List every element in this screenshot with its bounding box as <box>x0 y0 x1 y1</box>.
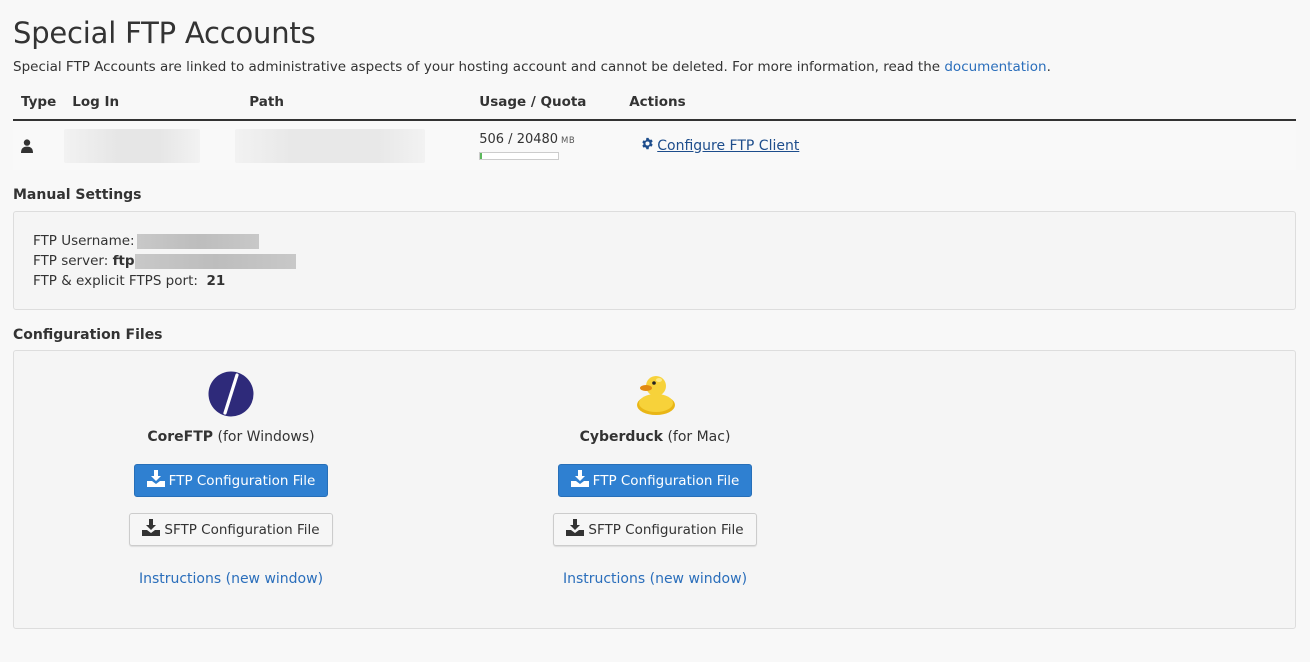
configure-ftp-client-label: Configure FTP Client <box>657 137 800 154</box>
ftp-port-value: 21 <box>206 273 226 289</box>
ftp-server-value: ftp <box>112 253 135 269</box>
download-icon <box>570 470 589 491</box>
login-cell <box>64 120 242 170</box>
download-icon <box>146 470 165 491</box>
page: Special FTP Accounts Special FTP Account… <box>0 0 1310 629</box>
configuration-files-panel: CoreFTP (for Windows) FTP Configuration … <box>13 350 1296 629</box>
coreftp-client: CoreFTP (for Windows) FTP Configuration … <box>81 351 381 587</box>
header-login[interactable]: Log In <box>64 86 242 121</box>
coreftp-instructions-link[interactable]: Instructions (new window) <box>81 571 381 587</box>
coreftp-logo-icon <box>81 371 381 417</box>
redacted-path <box>235 128 426 163</box>
table-row: 506 / 20480 MB Configure FTP Client <box>13 120 1296 170</box>
ftp-username-line: FTP Username: <box>33 231 1276 251</box>
cyberduck-name: Cyberduck (for Mac) <box>579 429 731 445</box>
configuration-files-title: Configuration Files <box>13 327 163 343</box>
usage-cell: 506 / 20480 MB <box>471 120 622 170</box>
header-usage[interactable]: Usage / Quota <box>471 86 622 121</box>
ftp-server-line: FTP server: ftp <box>33 251 1276 271</box>
redacted-server <box>134 253 296 269</box>
configure-ftp-client-link[interactable]: Configure FTP Client <box>641 137 799 154</box>
actions-cell: Configure FTP Client <box>621 120 1296 170</box>
cyberduck-instructions-link[interactable]: Instructions (new window) <box>505 571 805 587</box>
download-icon <box>142 519 161 540</box>
cyberduck-logo-icon <box>505 371 805 417</box>
coreftp-name: CoreFTP (for Windows) <box>147 429 315 445</box>
manual-settings-title: Manual Settings <box>13 187 142 203</box>
usage-value: 506 / 20480 <box>479 131 559 147</box>
accounts-table: Type Log In Path Usage / Quota Actions 5… <box>13 86 1296 170</box>
header-type[interactable]: Type <box>13 86 65 121</box>
cyberduck-client: Cyberduck (for Mac) FTP Configuration Fi… <box>505 351 805 587</box>
redacted-username <box>136 233 259 249</box>
header-actions: Actions <box>621 86 1296 121</box>
download-icon <box>566 519 585 540</box>
cyberduck-sftp-config-button[interactable]: SFTP Configuration File <box>553 513 757 546</box>
header-path[interactable]: Path <box>241 86 472 121</box>
path-cell <box>235 120 472 170</box>
usage-progress-fill <box>480 152 483 159</box>
coreftp-ftp-config-button[interactable]: FTP Configuration File <box>133 464 329 497</box>
manual-settings-panel: FTP Username: FTP server: ftp FTP & expl… <box>13 211 1296 310</box>
user-icon <box>21 138 56 153</box>
gear-icon <box>641 137 654 154</box>
coreftp-sftp-config-button[interactable]: SFTP Configuration File <box>129 513 333 546</box>
usage-progress-bar <box>479 151 560 160</box>
cyberduck-ftp-config-button[interactable]: FTP Configuration File <box>557 464 753 497</box>
intro-text: Special FTP Accounts are linked to admin… <box>13 59 1051 75</box>
page-title: Special FTP Accounts <box>13 16 316 50</box>
usage-unit: MB <box>561 135 576 146</box>
ftp-port-line: FTP & explicit FTPS port: 21 <box>33 273 226 289</box>
redacted-login <box>64 128 201 163</box>
documentation-link[interactable]: documentation <box>944 59 1046 75</box>
type-cell <box>13 120 65 170</box>
